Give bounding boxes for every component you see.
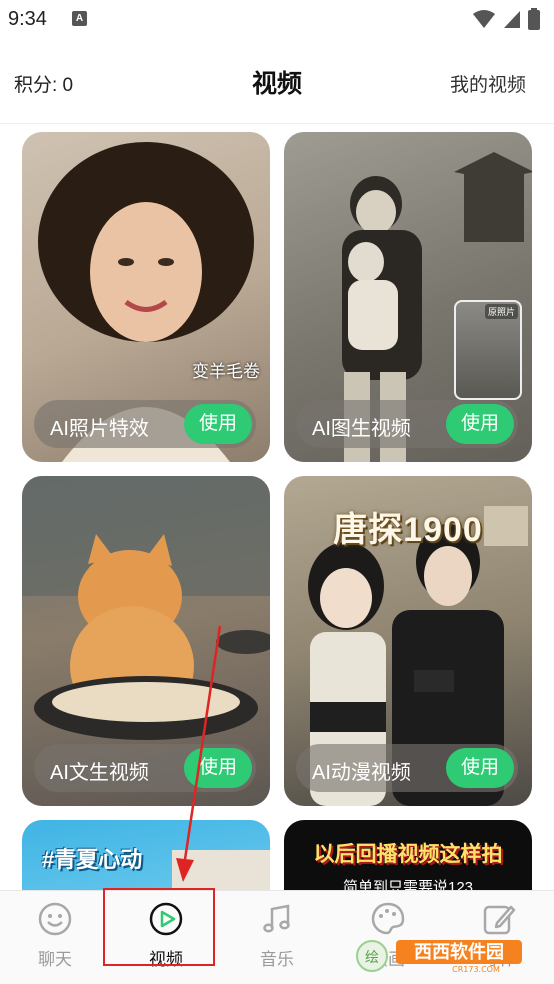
feature-grid: 变羊毛卷 AI照片特效 使用 原照片 AI图生视频 使用 AI文生视频 使用 唐… <box>0 124 554 890</box>
watermark-logo: 绘 西西软件园 CR173.COM <box>356 940 522 974</box>
smile-chat-icon <box>38 902 72 936</box>
signal-icon <box>504 11 520 28</box>
card-subtitle: 简单到只需要说123 <box>342 879 474 890</box>
card-action-bar: AI图生视频 使用 <box>296 400 518 448</box>
nav-item-music[interactable]: 音乐 <box>222 891 332 984</box>
original-photo-thumbnail: 原照片 <box>454 300 522 400</box>
use-button[interactable]: 使用 <box>446 748 514 788</box>
watermark-text: 西西软件园 <box>414 941 504 963</box>
music-note-icon <box>263 904 290 933</box>
nav-item-chat[interactable]: 聊天 <box>0 891 110 984</box>
palette-icon <box>371 902 405 935</box>
my-videos-link[interactable]: 我的视频 <box>450 70 526 97</box>
card-action-bar: AI文生视频 使用 <box>34 744 256 792</box>
watermark-domain: CR173.COM <box>452 965 500 974</box>
original-photo-label: 原照片 <box>484 304 518 319</box>
card-title: AI动漫视频 <box>312 762 411 784</box>
card-title: AI图生视频 <box>312 418 411 440</box>
use-button[interactable]: 使用 <box>446 404 514 444</box>
card-ai-image-to-video[interactable]: 原照片 AI图生视频 使用 <box>284 132 532 462</box>
status-bar: 9:34 A <box>0 0 554 40</box>
header: 积分: 0 视频 我的视频 <box>0 50 554 114</box>
edit-icon <box>483 905 516 935</box>
wifi-icon <box>473 10 495 28</box>
battery-icon <box>528 8 540 30</box>
nav-label: 音乐 <box>260 950 294 969</box>
card-action-bar: AI照片特效 使用 <box>34 400 256 448</box>
card-ai-anime-video[interactable]: 唐探1900 AI动漫视频 使用 <box>284 476 532 806</box>
card-replay-tip[interactable]: 以后回播视频这样拍 简单到只需要说123 <box>284 820 532 890</box>
card-youth-heart[interactable]: #青夏心动 <box>22 820 270 890</box>
card-headline: 唐探1900 <box>333 511 483 549</box>
annotation-highlight-box <box>103 888 215 966</box>
card-headline: 以后回播视频这样拍 <box>313 843 503 866</box>
card-ai-photo-effect[interactable]: 变羊毛卷 AI照片特效 使用 <box>22 132 270 462</box>
card-headline: #青夏心动 <box>42 847 143 872</box>
card-title: AI文生视频 <box>50 762 149 784</box>
status-icons <box>472 8 540 30</box>
svg-text:绘: 绘 <box>365 950 379 966</box>
notification-icon: A <box>72 11 87 26</box>
nav-label: 聊天 <box>38 950 72 969</box>
card-caption: 变羊毛卷 <box>192 362 260 382</box>
status-time: 9:34 <box>8 8 47 30</box>
use-button[interactable]: 使用 <box>184 404 252 444</box>
card-ai-text-to-video[interactable]: AI文生视频 使用 <box>22 476 270 806</box>
use-button[interactable]: 使用 <box>184 748 252 788</box>
card-action-bar: AI动漫视频 使用 <box>296 744 518 792</box>
card-title: AI照片特效 <box>50 418 149 440</box>
